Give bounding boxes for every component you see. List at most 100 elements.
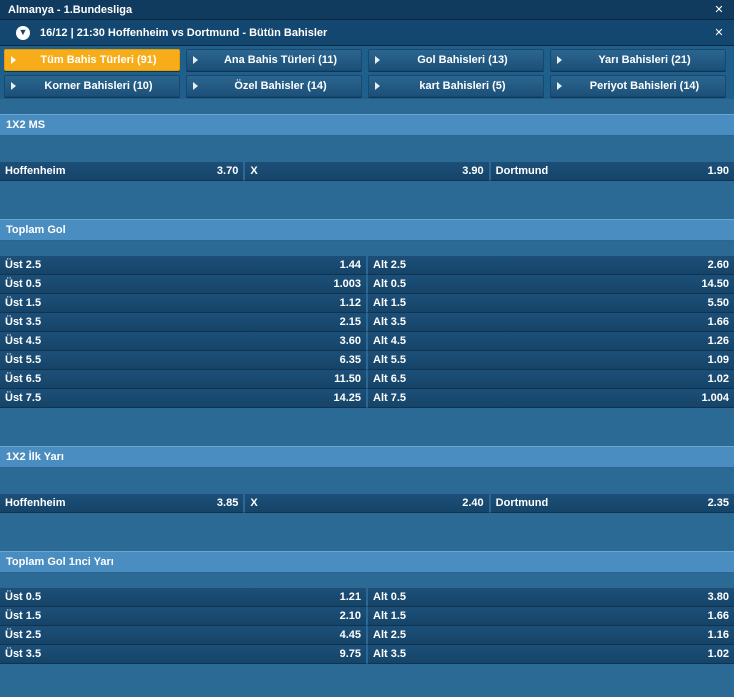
odd-cell-over[interactable]: Üst 3.5 9.75 (0, 645, 366, 664)
tab-corner-bets[interactable]: Korner Bahisleri (10) (4, 75, 180, 97)
tab-goal-bets[interactable]: Gol Bahisleri (13) (368, 49, 544, 71)
odd-cell-over[interactable]: Üst 1.5 1.12 (0, 294, 366, 313)
odd-cell-under[interactable]: Alt 3.5 1.66 (366, 313, 734, 332)
tab-label: Periyot Bahisleri (14) (589, 80, 700, 92)
odd-value: 5.50 (707, 297, 729, 309)
odd-cell-under[interactable]: Alt 1.5 5.50 (366, 294, 734, 313)
outcome-name: Alt 1.5 (373, 610, 407, 622)
market-row: Üst 0.5 1.003 Alt 0.5 14.50 (0, 275, 734, 294)
league-title: Almanya - 1.Bundesliga (8, 3, 133, 16)
market-row: Üst 0.5 1.21 Alt 0.5 3.80 (0, 588, 734, 607)
outcome-name: Üst 4.5 (5, 335, 42, 347)
odd-cell-draw[interactable]: X 3.90 (243, 162, 489, 181)
odd-cell-over[interactable]: Üst 2.5 1.44 (0, 256, 366, 275)
league-close-icon[interactable]: ✕ (712, 3, 726, 16)
odd-cell-under[interactable]: Alt 6.5 1.02 (366, 370, 734, 389)
league-header: Almanya - 1.Bundesliga ✕ (0, 0, 734, 20)
section-header-toplam-gol: Toplam Gol (0, 219, 734, 241)
odd-value: 1.21 (339, 591, 361, 603)
odd-value: 1.26 (707, 335, 729, 347)
odd-cell-over[interactable]: Üst 0.5 1.003 (0, 275, 366, 294)
odd-cell-over[interactable]: Üst 3.5 2.15 (0, 313, 366, 332)
odd-cell-home[interactable]: Hoffenheim 3.85 (0, 494, 244, 513)
odd-value: 14.50 (701, 278, 729, 290)
odd-cell-home[interactable]: Hoffenheim 3.70 (0, 162, 244, 181)
odd-value: 4.45 (339, 629, 361, 641)
odd-value: 2.10 (339, 610, 361, 622)
odd-cell-under[interactable]: Alt 5.5 1.09 (366, 351, 734, 370)
tab-all-bet-types[interactable]: Tüm Bahis Türleri (91) (4, 49, 180, 71)
odd-cell-under[interactable]: Alt 3.5 1.02 (366, 645, 734, 664)
chevron-down-icon[interactable]: ▼ (16, 25, 30, 40)
tab-label: Yarı Bahisleri (21) (598, 54, 691, 66)
odd-cell-over[interactable]: Üst 0.5 1.21 (0, 588, 366, 607)
odd-value: 3.70 (216, 165, 239, 177)
market-row: Hoffenheim 3.70 X 3.90 Dortmund 1.90 (0, 162, 734, 181)
outcome-name: Alt 3.5 (373, 648, 407, 660)
outcome-name: Dortmund (495, 165, 549, 177)
tab-main-bet-types[interactable]: Ana Bahis Türleri (11) (186, 49, 362, 71)
match-header: ▼ 16/12 | 21:30 Hoffenheim vs Dortmund -… (0, 20, 734, 46)
odd-cell-away[interactable]: Dortmund 1.90 (488, 162, 734, 181)
outcome-name: X (250, 165, 258, 177)
match-close-icon[interactable]: ✕ (712, 26, 726, 39)
odd-cell-over[interactable]: Üst 7.5 14.25 (0, 389, 366, 408)
tab-special-bets[interactable]: Özel Bahisler (14) (186, 75, 362, 97)
outcome-name: Üst 0.5 (5, 278, 42, 290)
section-title: 1X2 MS (6, 119, 46, 131)
caret-right-icon (375, 56, 380, 64)
odd-cell-over[interactable]: Üst 4.5 3.60 (0, 332, 366, 351)
odd-value: 3.90 (462, 165, 484, 177)
tab-label: Korner Bahisleri (10) (44, 80, 153, 92)
odd-cell-under[interactable]: Alt 1.5 1.66 (366, 607, 734, 626)
caret-right-icon (11, 82, 16, 90)
odd-cell-over[interactable]: Üst 6.5 11.50 (0, 370, 366, 389)
outcome-name: Üst 6.5 (5, 373, 42, 385)
market-row: Üst 4.5 3.60 Alt 4.5 1.26 (0, 332, 734, 351)
outcome-name: Alt 0.5 (373, 278, 407, 290)
odd-cell-under[interactable]: Alt 7.5 1.004 (366, 389, 734, 408)
tab-period-bets[interactable]: Periyot Bahisleri (14) (550, 75, 726, 97)
outcome-name: Alt 2.5 (373, 259, 407, 271)
odd-cell-over[interactable]: Üst 2.5 4.45 (0, 626, 366, 645)
tab-label: Gol Bahisleri (13) (417, 54, 508, 66)
tab-half-bets[interactable]: Yarı Bahisleri (21) (550, 49, 726, 71)
market-row: Üst 1.5 2.10 Alt 1.5 1.66 (0, 607, 734, 626)
odd-value: 9.75 (339, 648, 361, 660)
market-row: Üst 2.5 1.44 Alt 2.5 2.60 (0, 256, 734, 275)
market-row: Üst 3.5 2.15 Alt 3.5 1.66 (0, 313, 734, 332)
odd-value: 2.15 (339, 316, 361, 328)
market-row: Üst 5.5 6.35 Alt 5.5 1.09 (0, 351, 734, 370)
market-row: Üst 3.5 9.75 Alt 3.5 1.02 (0, 645, 734, 664)
section-header-1x2-ilk-yari: 1X2 İlk Yarı (0, 446, 734, 468)
odd-cell-under[interactable]: Alt 0.5 3.80 (366, 588, 734, 607)
odd-cell-over[interactable]: Üst 1.5 2.10 (0, 607, 366, 626)
tab-card-bets[interactable]: kart Bahisleri (5) (368, 75, 544, 97)
odd-value: 1.44 (339, 259, 361, 271)
outcome-name: Alt 2.5 (373, 629, 407, 641)
odd-cell-under[interactable]: Alt 0.5 14.50 (366, 275, 734, 294)
odd-cell-draw[interactable]: X 2.40 (243, 494, 489, 513)
odd-value: 1.004 (701, 392, 729, 404)
bet-type-tabs: Tüm Bahis Türleri (91) Ana Bahis Türleri… (0, 46, 734, 99)
tab-label: Ana Bahis Türleri (11) (223, 54, 338, 66)
section-title: 1X2 İlk Yarı (6, 451, 64, 463)
odd-cell-under[interactable]: Alt 2.5 1.16 (366, 626, 734, 645)
odd-cell-over[interactable]: Üst 5.5 6.35 (0, 351, 366, 370)
outcome-name: Dortmund (495, 497, 549, 509)
odd-value: 2.60 (707, 259, 729, 271)
odd-cell-away[interactable]: Dortmund 2.35 (488, 494, 734, 513)
outcome-name: Alt 3.5 (373, 316, 407, 328)
odd-cell-under[interactable]: Alt 4.5 1.26 (366, 332, 734, 351)
tab-label: kart Bahisleri (5) (419, 80, 506, 92)
odd-cell-under[interactable]: Alt 2.5 2.60 (366, 256, 734, 275)
odd-value: 1.02 (707, 648, 729, 660)
odd-value: 11.50 (334, 373, 361, 385)
tab-label: Tüm Bahis Türleri (91) (40, 54, 157, 66)
caret-right-icon (557, 56, 562, 64)
caret-right-icon (557, 82, 562, 90)
outcome-name: Alt 5.5 (373, 354, 407, 366)
odd-value: 3.60 (339, 335, 361, 347)
